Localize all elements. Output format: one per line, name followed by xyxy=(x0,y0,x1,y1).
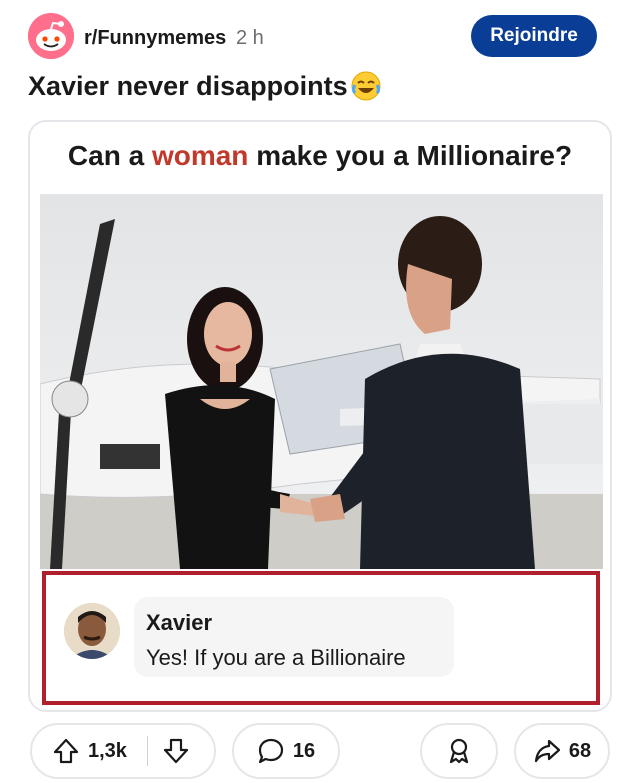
reply-author: Xavier xyxy=(146,610,213,635)
subreddit-name[interactable]: r/Funnymemes xyxy=(84,27,226,50)
meme-question-highlight: woman xyxy=(151,140,249,171)
share-count: 68 xyxy=(568,739,592,762)
vote-divider xyxy=(146,736,148,766)
laughing-crying-emoji-icon xyxy=(350,70,382,102)
post-title-text: Xavier never disappoints xyxy=(28,70,348,101)
award-button[interactable] xyxy=(420,723,498,779)
reply-text: Yes! If you are a Billionaire xyxy=(146,645,406,670)
award-icon xyxy=(445,737,473,765)
post-title[interactable]: Xavier never disappoints xyxy=(28,70,382,102)
vote-bar: 1,3k xyxy=(30,723,216,779)
handshake-photo xyxy=(40,194,603,569)
post-media[interactable]: Can a woman make you a Millionaire? Xavi… xyxy=(28,120,612,712)
comment-icon xyxy=(257,737,285,765)
share-button[interactable]: 68 xyxy=(514,723,610,779)
meme-question-start: Can a xyxy=(67,140,152,171)
reply-avatar xyxy=(64,603,120,659)
downvote-icon[interactable] xyxy=(162,737,190,765)
comment-button[interactable]: 16 xyxy=(232,723,340,779)
upvote-icon[interactable] xyxy=(52,737,80,765)
post-actions: 1,3k 16 68 xyxy=(0,720,640,780)
join-button[interactable]: Rejoindre xyxy=(471,15,597,57)
post-header: r/Funnymemes 2 h Rejoindre xyxy=(0,0,640,72)
meme-question-end: make you a Millionaire? xyxy=(248,140,573,171)
post-timestamp: 2 h xyxy=(236,27,264,49)
subreddit-avatar[interactable] xyxy=(28,13,74,59)
upvote-count: 1,3k xyxy=(88,739,127,762)
reply-callout: Xavier Yes! If you are a Billionaire xyxy=(42,571,600,705)
reddit-alien-icon xyxy=(28,13,74,59)
share-icon xyxy=(533,737,561,765)
meme-question: Can a woman make you a Millionaire? xyxy=(30,140,610,172)
comment-count: 16 xyxy=(292,739,316,762)
